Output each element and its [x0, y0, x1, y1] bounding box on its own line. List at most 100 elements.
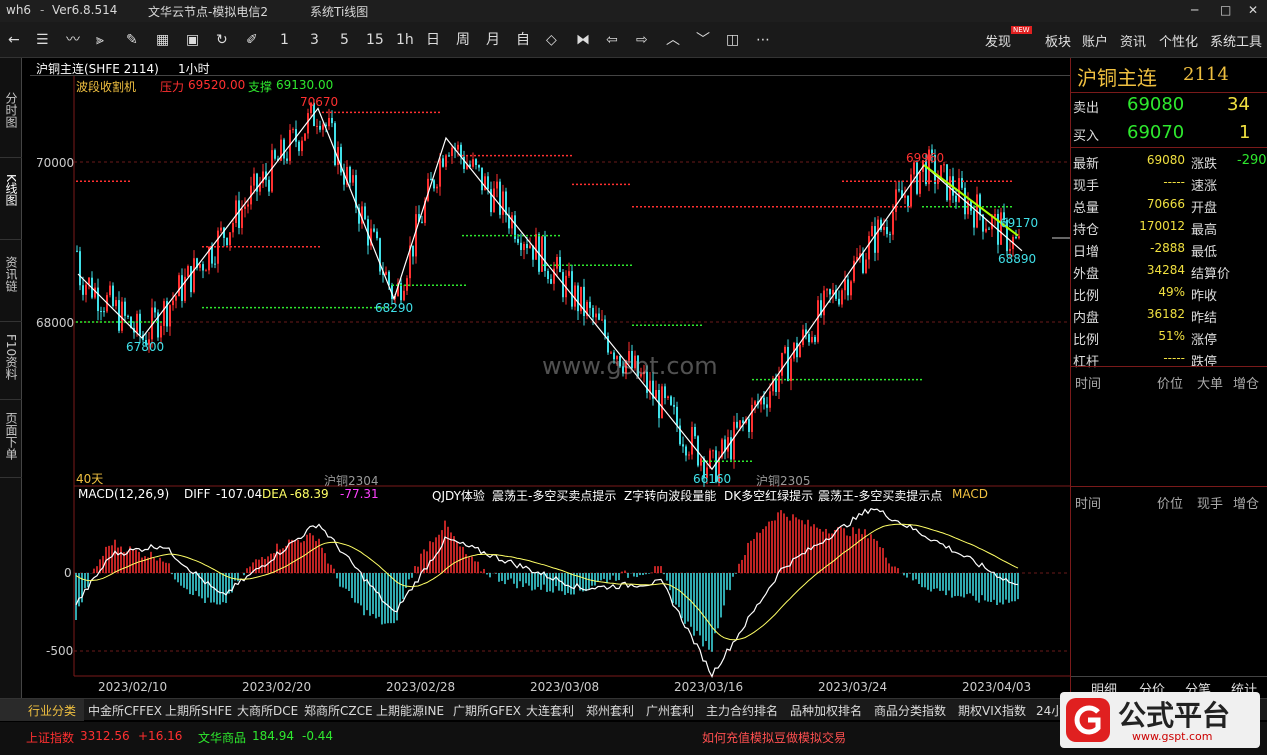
candle-body: [520, 242, 522, 250]
candle-body: [412, 245, 414, 257]
tab-dce[interactable]: 大商所DCE: [237, 702, 298, 719]
candle-body: [136, 313, 138, 333]
candle-body: [193, 258, 195, 293]
down-icon[interactable]: ﹀: [696, 30, 710, 50]
tab-cffex[interactable]: 中金所CFFEX: [88, 702, 162, 719]
period-label[interactable]: 1小时: [178, 60, 210, 77]
menu-sector[interactable]: 板块: [1045, 31, 1071, 50]
tab-guangzhou-arb[interactable]: 广州套利: [646, 702, 694, 719]
candle-body: [784, 346, 786, 353]
menu-discover[interactable]: 发现: [985, 31, 1011, 50]
system-menu[interactable]: 系统Ti线图: [310, 3, 368, 20]
tab-order[interactable]: 页面下单: [0, 408, 22, 478]
recharge-notice[interactable]: 如何充值模拟豆做模拟交易: [702, 729, 846, 746]
tab-weighted-rank[interactable]: 品种加权排名: [790, 702, 862, 719]
candle-body: [244, 206, 246, 209]
refresh-icon[interactable]: ↻: [216, 30, 228, 50]
period-1[interactable]: 1: [280, 30, 289, 50]
symbol-label[interactable]: 沪铜主连(SHFE 2114): [36, 60, 159, 77]
candle-body: [76, 250, 78, 252]
candle-body: [421, 221, 423, 223]
tab-industry[interactable]: 行业分类: [0, 699, 84, 721]
candle-body: [886, 226, 888, 235]
grid-icon[interactable]: ▦: [156, 30, 169, 50]
tab-f10[interactable]: F10资料: [0, 330, 22, 400]
candle-body: [436, 186, 438, 189]
pen-icon[interactable]: ✐: [246, 30, 258, 50]
back-icon[interactable]: ←: [8, 30, 20, 50]
up-icon[interactable]: ︿: [666, 30, 680, 50]
macd-title[interactable]: MACD(12,26,9): [78, 487, 169, 501]
period-day[interactable]: 日: [426, 30, 440, 50]
period-3[interactable]: 3: [310, 30, 319, 50]
candle-body: [604, 319, 606, 336]
tab-dalian-arb[interactable]: 大连套利: [526, 702, 574, 719]
period-month[interactable]: 月: [486, 30, 500, 50]
candle-body: [160, 325, 162, 338]
period-custom[interactable]: 自: [516, 30, 530, 50]
maximize-icon[interactable]: □: [1220, 3, 1231, 17]
buy-row[interactable]: 买入 69070 1: [1071, 122, 1267, 146]
title-bar: wh6 - Ver6.8.514 文华云节点-模拟电信2 系统Ti线图 ─ □ …: [0, 0, 1267, 22]
candle-body: [496, 181, 498, 189]
sell-row[interactable]: 卖出 69080 34: [1071, 94, 1267, 118]
menu-news[interactable]: 资讯: [1120, 31, 1146, 50]
tab-zhengzhou-arb[interactable]: 郑州套利: [586, 702, 634, 719]
period-1h[interactable]: 1h: [396, 30, 414, 50]
quote-label: 昨收: [1191, 289, 1218, 304]
right-icon[interactable]: ⇨: [636, 30, 648, 50]
macd-value: -77.31: [340, 487, 379, 501]
quote-row: 比例 49% 昨收: [1071, 282, 1267, 304]
tab-newslink[interactable]: 资讯链: [0, 252, 22, 322]
zoom-out-icon[interactable]: ⧓: [576, 30, 590, 50]
period-5[interactable]: 5: [340, 30, 349, 50]
more-icon[interactable]: ⋯: [756, 30, 770, 50]
tab-vix[interactable]: 期权VIX指数: [958, 702, 1026, 719]
index1-value: 3312.56: [80, 729, 130, 743]
candle-body: [685, 446, 687, 456]
left-icon[interactable]: ⇦: [606, 30, 618, 50]
menu-personalize[interactable]: 个性化: [1159, 31, 1198, 50]
candle-body: [181, 275, 183, 301]
tool-qjdy[interactable]: QJDY体验: [432, 487, 485, 504]
candle-body: [352, 175, 354, 183]
candle-body: [319, 125, 321, 130]
tab-main-rank[interactable]: 主力合约排名: [706, 702, 778, 719]
tab-ine[interactable]: 上期能源INE: [376, 702, 444, 719]
tool-zigzag[interactable]: Z字转向波段量能: [624, 487, 716, 504]
draw-icon[interactable]: ✎: [126, 30, 138, 50]
zoom-in-icon[interactable]: ◇: [546, 30, 557, 50]
candle-body: [811, 336, 813, 343]
period-15[interactable]: 15: [366, 30, 384, 50]
quote-label: 日增: [1073, 245, 1100, 260]
menu-system-tools[interactable]: 系统工具: [1210, 31, 1262, 50]
tool-macd[interactable]: MACD: [952, 487, 988, 501]
candle-body: [451, 147, 453, 156]
line-chart-icon[interactable]: 〰: [66, 30, 80, 50]
quote-label: 速涨: [1191, 179, 1218, 194]
tab-czce[interactable]: 郑商所CZCE: [304, 702, 373, 719]
tab-shfe[interactable]: 上期所SHFE: [165, 702, 232, 719]
menu-account[interactable]: 账户: [1082, 31, 1108, 50]
save-icon[interactable]: ▣: [186, 30, 199, 50]
kline-icon[interactable]: ⫸: [96, 30, 104, 50]
period-week[interactable]: 周: [456, 30, 470, 50]
list-icon[interactable]: ☰: [36, 30, 49, 50]
tab-gfex[interactable]: 广期所GFEX: [453, 702, 521, 719]
minimize-icon[interactable]: ─: [1191, 3, 1198, 17]
quote-label: 现手: [1073, 179, 1100, 194]
tab-kline[interactable]: K线图: [0, 170, 22, 240]
tab-timeshare[interactable]: 分时图: [0, 88, 22, 158]
candle-body: [544, 236, 546, 271]
tool-zhendang2[interactable]: 震荡王-多空买卖提示点: [818, 487, 942, 504]
chart-header: 沪铜主连(SHFE 2114) 1小时: [30, 58, 1070, 76]
tool-zhendang[interactable]: 震荡王-多空买卖点提示: [492, 487, 616, 504]
tool-dk[interactable]: DK多空红绿提示: [724, 487, 813, 504]
layout-icon[interactable]: ◫: [726, 30, 739, 50]
ticks-col-price: 价位: [1157, 377, 1184, 392]
tab-category-index[interactable]: 商品分类指数: [874, 702, 946, 719]
candle-body: [304, 133, 306, 141]
kline-chart[interactable]: [22, 76, 1070, 698]
candle-body: [298, 141, 300, 152]
close-icon[interactable]: ✕: [1248, 3, 1258, 17]
